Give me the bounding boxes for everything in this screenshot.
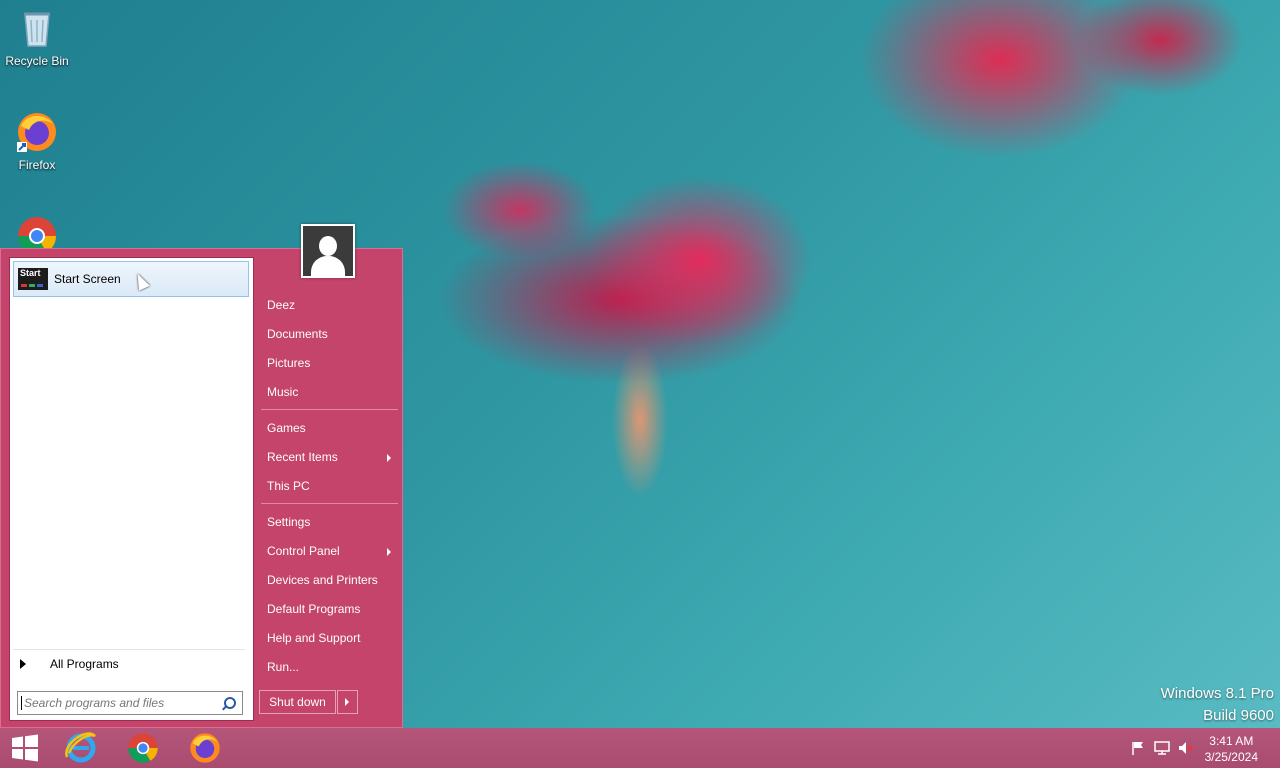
menu-item-this-pc[interactable]: This PC <box>267 479 310 493</box>
start-button[interactable] <box>0 728 50 768</box>
system-clock[interactable]: 3:41 AM 3/25/2024 <box>1205 733 1258 765</box>
menu-item-devices-and-printers[interactable]: Devices and Printers <box>267 573 378 587</box>
pinned-item-start-screen[interactable]: Start Start Screen <box>13 261 249 297</box>
windows-logo-icon <box>12 734 38 762</box>
submenu-arrow-icon <box>387 548 391 556</box>
desktop-icon-recycle-bin[interactable]: Recycle Bin <box>4 6 70 68</box>
all-programs-button[interactable]: All Programs <box>20 657 119 671</box>
menu-item-user-folder[interactable]: Deez <box>267 298 295 312</box>
menu-item-music[interactable]: Music <box>267 385 298 399</box>
taskbar-firefox[interactable] <box>180 728 230 768</box>
user-avatar[interactable] <box>301 224 355 278</box>
menu-item-documents[interactable]: Documents <box>267 327 328 341</box>
pinned-item-label: Start Screen <box>54 272 121 286</box>
shut-down-options-button[interactable] <box>337 690 358 714</box>
menu-item-games[interactable]: Games <box>267 421 306 435</box>
menu-item-run[interactable]: Run... <box>267 660 299 674</box>
menu-item-default-programs[interactable]: Default Programs <box>267 602 360 616</box>
all-programs-label: All Programs <box>50 657 119 671</box>
recycle-bin-icon <box>24 12 50 47</box>
divider <box>261 503 398 504</box>
start-screen-icon: Start <box>18 268 48 290</box>
text-caret <box>21 696 22 710</box>
watermark-edition: Windows 8.1 Pro <box>1160 685 1274 702</box>
chrome-icon <box>128 733 158 763</box>
search-input[interactable]: Search programs and files <box>17 691 243 715</box>
expand-arrow-icon <box>20 659 26 669</box>
search-icon[interactable] <box>224 697 236 709</box>
submenu-arrow-icon <box>387 454 391 462</box>
firefox-icon <box>17 113 56 152</box>
clock-time: 3:41 AM <box>1209 734 1254 748</box>
volume-muted-icon[interactable] <box>1178 740 1194 756</box>
divider <box>261 409 398 410</box>
windows-watermark: Windows 8.1 Pro Build 9600 <box>1161 683 1274 727</box>
menu-item-pictures[interactable]: Pictures <box>267 356 310 370</box>
taskbar: 3:41 AM 3/25/2024 <box>0 728 1280 768</box>
firefox-icon <box>190 733 220 763</box>
network-icon[interactable] <box>1154 740 1170 756</box>
taskbar-chrome[interactable] <box>118 728 168 768</box>
menu-item-help-and-support[interactable]: Help and Support <box>267 631 360 645</box>
divider <box>13 649 245 650</box>
start-tile-text: Start <box>20 268 41 278</box>
start-menu: Start Start Screen All Programs Search p… <box>0 224 403 728</box>
menu-item-settings[interactable]: Settings <box>267 515 310 529</box>
shut-down-button[interactable]: Shut down <box>259 690 336 714</box>
user-icon-body <box>311 256 345 276</box>
clock-date: 3/25/2024 <box>1204 750 1258 764</box>
internet-explorer-icon <box>65 732 96 763</box>
desktop-icon-label: Firefox <box>18 158 56 172</box>
desktop-icon-label: Recycle Bin <box>5 54 69 68</box>
start-menu-programs-pane: Start Start Screen All Programs Search p… <box>9 257 254 721</box>
menu-item-control-panel[interactable]: Control Panel <box>267 544 340 558</box>
search-placeholder: Search programs and files <box>24 696 165 710</box>
menu-item-recent-items[interactable]: Recent Items <box>267 450 338 464</box>
user-icon-head <box>319 236 337 256</box>
taskbar-internet-explorer[interactable] <box>56 728 106 768</box>
desktop-icon-firefox[interactable]: Firefox <box>4 110 70 172</box>
action-center-flag-icon[interactable] <box>1130 740 1146 756</box>
watermark-build: Build 9600 <box>1203 707 1274 724</box>
